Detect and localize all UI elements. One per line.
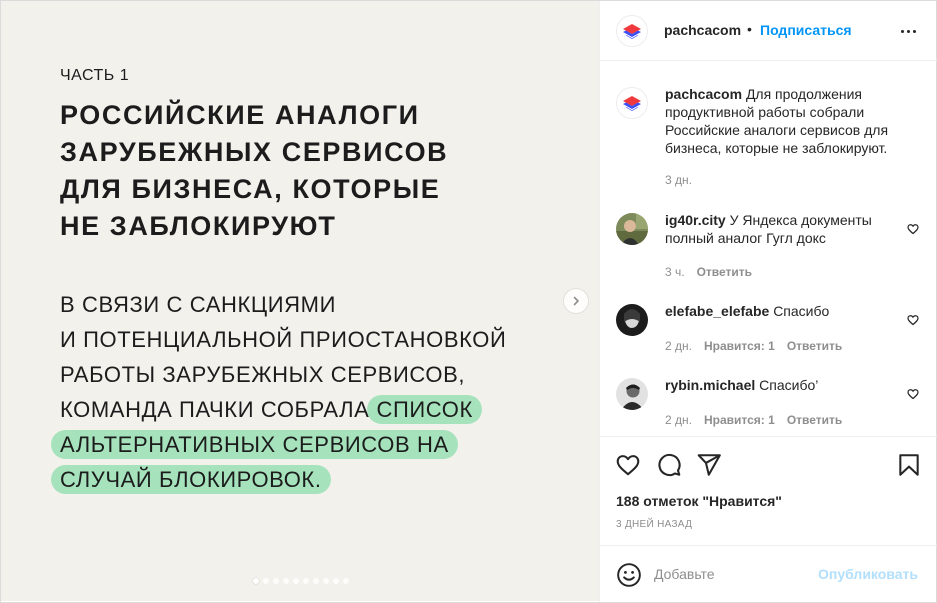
account-avatar[interactable] [616,15,648,47]
comment-time[interactable]: 2 дн. [665,413,692,427]
comment-text-block: ig40r.city У Яндекса документы полный ан… [665,211,905,247]
carousel-dot [283,578,289,584]
caption-time[interactable]: 3 дн. [665,173,692,187]
slide-highlight: АЛЬТЕРНАТИВНЫХ СЕРВИСОВ НА [51,430,458,459]
commenter-avatar[interactable] [616,378,648,410]
heart-icon[interactable] [907,388,919,400]
slide-body-line: И ПОТЕНЦИАЛЬНОЙ ПРИОСТАНОВКОЙ [60,327,507,352]
more-options-button[interactable] [896,21,920,41]
carousel-dot [263,578,269,584]
comment-meta: 2 дн. Нравится: 1 Ответить [665,413,842,427]
header-username[interactable]: pachcacom [664,22,741,38]
slide-body-text: В СВЯЗИ С САНКЦИЯМИ И ПОТЕНЦИАЛЬНОЙ ПРИО… [51,287,507,497]
avatar-photo [616,304,648,336]
slide-headline-line: ЗАРУБЕЖНЫХ СЕРВИСОВ [60,137,449,167]
slide-body-line: РАБОТЫ ЗАРУБЕЖНЫХ СЕРВИСОВ, [60,362,466,387]
comment-username[interactable]: ig40r.city [665,212,726,228]
caption-text-block: pachcacom Для продолжения продуктивной р… [665,85,905,157]
slide-headline: РОССИЙСКИЕ АНАЛОГИ ЗАРУБЕЖНЫХ СЕРВИСОВ Д… [60,97,480,245]
comment-item: rybin.michael Спасибо’ 2 дн. Нравится: 1… [616,376,926,436]
chevron-right-icon [573,296,579,306]
post-image-slide: ЧАСТЬ 1 РОССИЙСКИЕ АНАЛОГИ ЗАРУБЕЖНЫХ СЕ… [1,1,599,601]
caption-username[interactable]: pachcacom [665,86,742,102]
carousel-dot [253,578,259,584]
comment-meta: 3 ч. Ответить [665,265,752,279]
heart-icon[interactable] [907,223,919,235]
bookmark-icon[interactable] [896,452,922,478]
slide-body-line-text: КОМАНДА ПАЧКИ СОБРАЛА [60,397,370,422]
slide-headline-line: РОССИЙСКИЕ АНАЛОГИ [60,100,420,130]
carousel-dot [323,578,329,584]
comment-text: Спасибо [773,303,830,319]
comment-item: elefabe_elefabe Спасибо 2 дн. Нравится: … [616,302,926,364]
share-send-icon[interactable] [696,452,722,478]
more-dot [906,29,910,33]
likes-count[interactable]: 188 отметок "Нравится" [616,493,782,509]
reply-button[interactable]: Ответить [697,265,752,279]
slide-body-line: АЛЬТЕРНАТИВНЫХ СЕРВИСОВ НА [51,427,506,462]
carousel-dot [333,578,339,584]
comment-text-block: rybin.michael Спасибо’ [665,376,905,394]
comment-time[interactable]: 3 ч. [665,265,685,279]
slide-headline-line: ДЛЯ БИЗНЕСА, КОТОРЫЕ [60,174,441,204]
like-heart-icon[interactable] [615,452,641,478]
post-actions: 188 отметок "Нравится" 3 ДНЕЙ НАЗАД [600,438,937,546]
post-side-panel: pachcacom • Подписаться pachcacom Для пр… [599,1,937,602]
heart-icon[interactable] [907,314,919,326]
add-comment-bar: Опубликовать [600,547,937,602]
comment-time[interactable]: 2 дн. [665,339,692,353]
slide-headline-line: НЕ ЗАБЛОКИРУЮТ [60,211,337,241]
caption-avatar[interactable] [616,87,648,119]
comments-list: pachcacom Для продолжения продуктивной р… [600,62,937,437]
slide-highlight: СЛУЧАЙ БЛОКИРОВОК. [51,465,331,494]
pachca-logo-icon [623,96,641,111]
carousel-dot [313,578,319,584]
reply-button[interactable]: Ответить [787,339,842,353]
slide-part-label: ЧАСТЬ 1 [60,67,130,84]
carousel-dot [343,578,349,584]
header-separator: • [747,21,752,37]
comment-item: ig40r.city У Яндекса документы полный ан… [616,211,926,279]
comment-likes-count[interactable]: Нравится: 1 [704,413,775,427]
post-header: pachcacom • Подписаться [600,1,937,61]
post-date[interactable]: 3 ДНЕЙ НАЗАД [616,519,692,530]
pachca-logo-icon [623,24,641,39]
comment-bubble-icon[interactable] [656,452,682,478]
next-slide-button[interactable] [563,288,589,314]
slide-body-line: В СВЯЗИ С САНКЦИЯМИ [60,292,337,317]
carousel-dot [273,578,279,584]
follow-button[interactable]: Подписаться [760,22,852,38]
slide-body-line: СЛУЧАЙ БЛОКИРОВОК. [51,462,506,497]
comment-username[interactable]: rybin.michael [665,377,755,393]
slide-body-line: КОМАНДА ПАЧКИ СОБРАЛА СПИСОК [60,392,506,427]
comment-text: Спасибо’ [759,377,819,393]
comment-input[interactable] [654,564,844,584]
commenter-avatar[interactable] [616,304,648,336]
more-horizontal-icon [900,29,904,33]
comment-likes-count[interactable]: Нравится: 1 [704,339,775,353]
caption-item: pachcacom Для продолжения продуктивной р… [616,85,926,197]
comment-username[interactable]: elefabe_elefabe [665,303,769,319]
reply-button[interactable]: Ответить [787,413,842,427]
carousel-dot [303,578,309,584]
carousel-dots [253,578,349,584]
carousel-dot [293,578,299,584]
slide-highlight: СПИСОК [367,395,482,424]
comment-meta: 2 дн. Нравится: 1 Ответить [665,339,842,353]
comment-text-block: elefabe_elefabe Спасибо [665,302,905,320]
caption-meta: 3 дн. [665,173,692,187]
avatar-photo [616,378,648,410]
more-dot [912,29,916,33]
publish-button[interactable]: Опубликовать [818,566,918,582]
emoji-icon[interactable] [616,562,642,588]
commenter-avatar[interactable] [616,213,648,245]
avatar-photo [616,213,648,245]
